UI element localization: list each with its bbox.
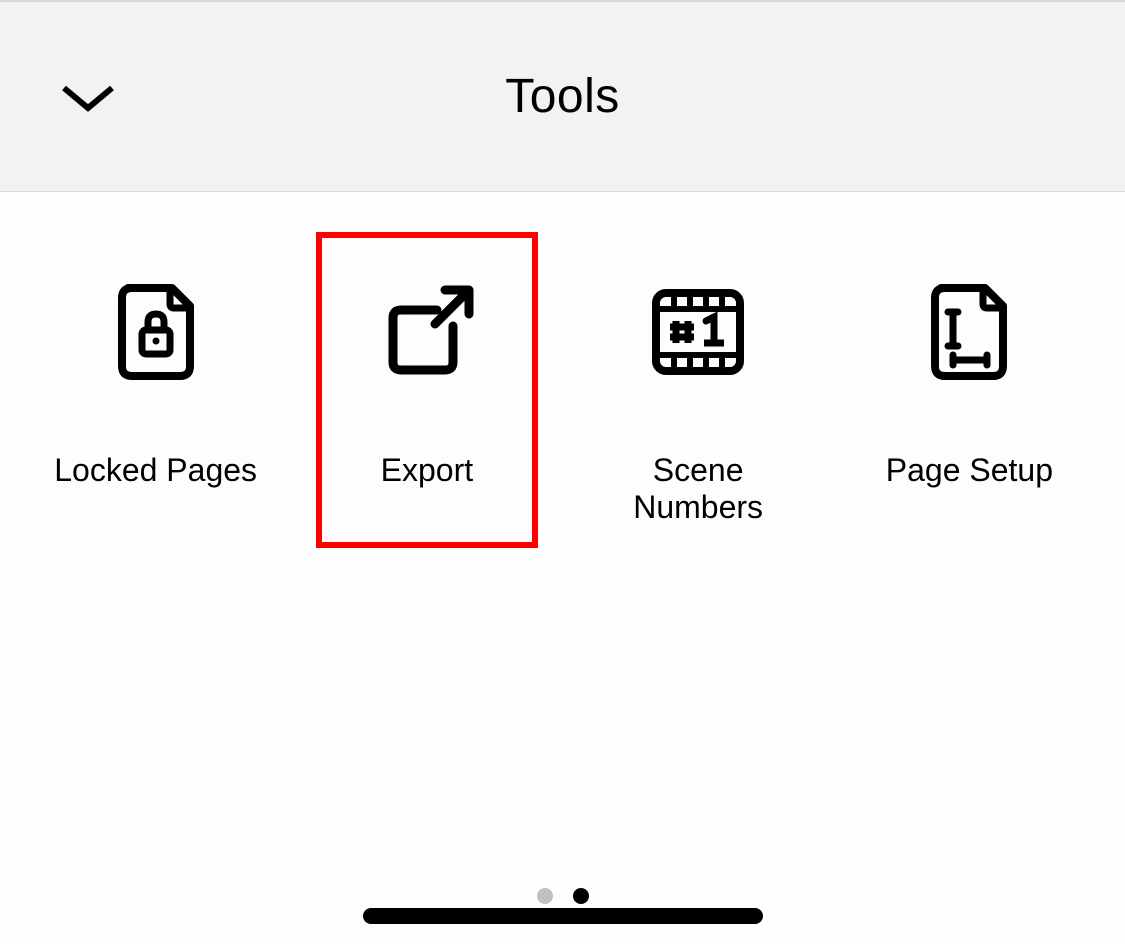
page-setup-icon bbox=[919, 282, 1019, 382]
locked-pages-icon bbox=[106, 282, 206, 382]
tool-label: Locked Pages bbox=[46, 452, 265, 489]
export-icon bbox=[377, 282, 477, 382]
pagination-dots[interactable] bbox=[537, 888, 589, 904]
tool-page-setup[interactable]: Page Setup bbox=[858, 232, 1080, 548]
scene-numbers-icon bbox=[648, 282, 748, 382]
collapse-button[interactable] bbox=[60, 80, 116, 116]
tool-label: Export bbox=[373, 452, 481, 489]
tools-header: Tools bbox=[0, 0, 1125, 192]
home-indicator[interactable] bbox=[363, 908, 763, 924]
page-title: Tools bbox=[505, 69, 620, 124]
chevron-down-icon bbox=[60, 82, 116, 114]
tool-export[interactable]: Export bbox=[316, 232, 538, 548]
tool-scene-numbers[interactable]: Scene Numbers bbox=[587, 232, 809, 548]
tool-label: Scene Numbers bbox=[587, 452, 809, 526]
tool-label: Page Setup bbox=[878, 452, 1061, 489]
bottom-bar bbox=[363, 888, 763, 924]
tool-locked-pages[interactable]: Locked Pages bbox=[45, 232, 267, 548]
page-dot-2[interactable] bbox=[573, 888, 589, 904]
tools-grid: Locked Pages Export bbox=[0, 192, 1125, 548]
page-dot-1[interactable] bbox=[537, 888, 553, 904]
